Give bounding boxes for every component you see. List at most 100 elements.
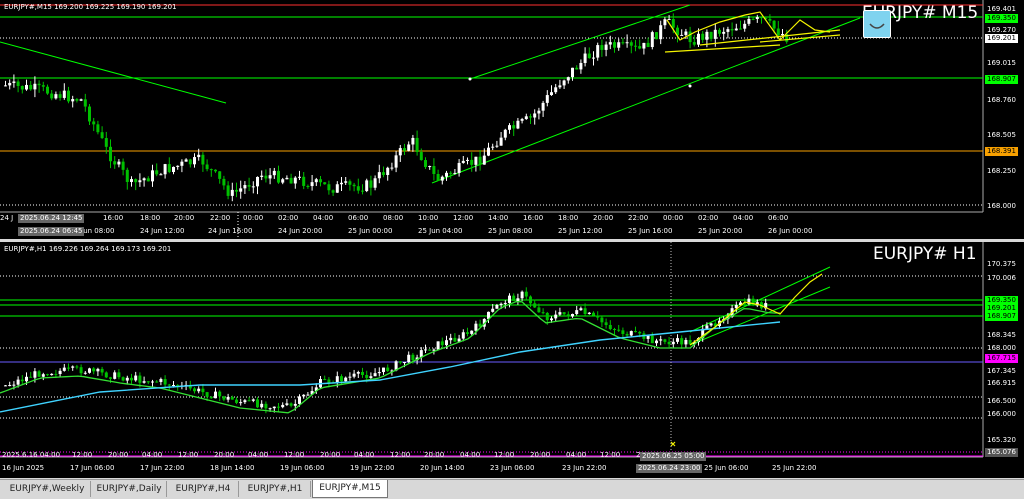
candle-body [268,175,272,179]
candle-body [663,19,667,26]
candle-body [361,190,364,192]
candle-body [37,371,41,377]
price-label: 166.915 [987,379,1016,387]
candle-body [352,184,356,187]
candle-body [226,185,230,196]
candle-body [440,341,444,346]
candle-body [419,152,423,161]
candle-body [302,176,306,186]
candle-body [75,99,79,101]
tab-h1[interactable]: EURJPY#,H1 [240,481,311,497]
price-label: 169.350 [985,14,1018,23]
candle-body [529,296,532,304]
candle-body [709,323,713,326]
candle-body [743,23,747,29]
candle-body [277,406,280,408]
candle-body [188,159,192,165]
candle-body [596,315,600,318]
candle-body [62,90,66,98]
candle-body [277,170,280,183]
candle-body [571,313,574,317]
candle-body [432,166,436,175]
candle-body [512,125,516,129]
time-label: 20:00 [320,451,341,459]
price-label: 168.907 [985,75,1018,84]
candle-body [663,339,667,342]
tab-weekly[interactable]: EURJPY#,Weekly [4,481,91,497]
tab-h4[interactable]: EURJPY#,H4 [168,481,239,497]
candle-body [600,317,604,323]
candle-body [117,161,121,165]
candle-body [75,366,79,368]
time-label: 04:00 [142,451,163,459]
candle-body [20,86,24,90]
candle-body [33,83,37,90]
candle-body [558,85,562,88]
candle-body [600,45,604,50]
candle-body [495,145,499,147]
chart-h1-header: EURJPY#,H1 169.226 169.264 169.173 169.2… [4,245,172,253]
candle-body [356,372,360,374]
candle-body [550,92,553,96]
candle-body [671,18,675,28]
channel-lower-line [431,17,861,184]
chart-h1[interactable]: EURJPY#,H1 169.226 169.264 169.173 169.2… [0,242,1024,478]
candle-body [54,373,58,375]
candle-body [461,160,465,163]
date-label: 25 Jun 06:00 [704,464,749,472]
candle-body [398,148,402,156]
candle-body [587,53,591,59]
candle-body [88,368,91,373]
candle-body [319,179,322,183]
price-label: 170.375 [987,260,1016,268]
candle-body [369,180,373,188]
time-label: 14:00 [488,214,509,222]
candle-body [382,367,385,373]
candle-body [508,125,511,130]
candle-body [142,381,146,383]
time-label: 2025.6.16 04:00 [2,451,61,459]
candle-body [659,339,663,341]
candle-body [264,175,268,179]
time-label: 06:00 [768,214,789,222]
candle-body [705,325,709,329]
candle-body [634,331,637,333]
candle-body [646,42,650,48]
date-label: 24 Jun 16:00 [208,227,253,235]
tab-daily[interactable]: EURJPY#,Daily [92,481,167,497]
chart-m15[interactable]: EURJPY#,M15 169.200 169.225 169.190 169.… [0,0,1024,239]
time-label: 18:00 [558,214,579,222]
candle-body [285,403,289,405]
chart-h1-canvas[interactable] [0,242,1024,478]
candle-body [12,81,16,83]
tab-m15[interactable]: EURJPY#,M15 [312,480,388,498]
candle-body [751,18,755,20]
time-label: 12:00 [390,451,411,459]
candle-body [613,329,616,331]
candle-body [697,33,700,45]
candle-body [466,332,469,334]
candle-body [722,31,726,34]
time-label: 20:00 [174,214,195,222]
candle-body [172,385,175,387]
candle-body [445,340,448,346]
candle-body [306,394,310,396]
candle-body [709,31,713,39]
cross-marker [670,441,676,447]
candle-body [197,154,201,158]
chart-tab-bar: EURJPY#,Weekly EURJPY#,Daily EURJPY#,H4 … [0,479,1024,499]
candle-body [184,159,188,162]
smiley-face-icon[interactable] [863,10,891,38]
candle-body [382,172,385,175]
candle-body [453,172,457,174]
candle-body [495,304,499,309]
candle-body [386,167,390,175]
candle-body [172,166,175,173]
candle-body [403,362,406,364]
candle-body [436,341,440,350]
candle-body [67,367,70,369]
candle-body [109,377,112,379]
candle-body [327,184,331,191]
candle-body [155,170,159,175]
time-label: 20:00 [530,451,551,459]
